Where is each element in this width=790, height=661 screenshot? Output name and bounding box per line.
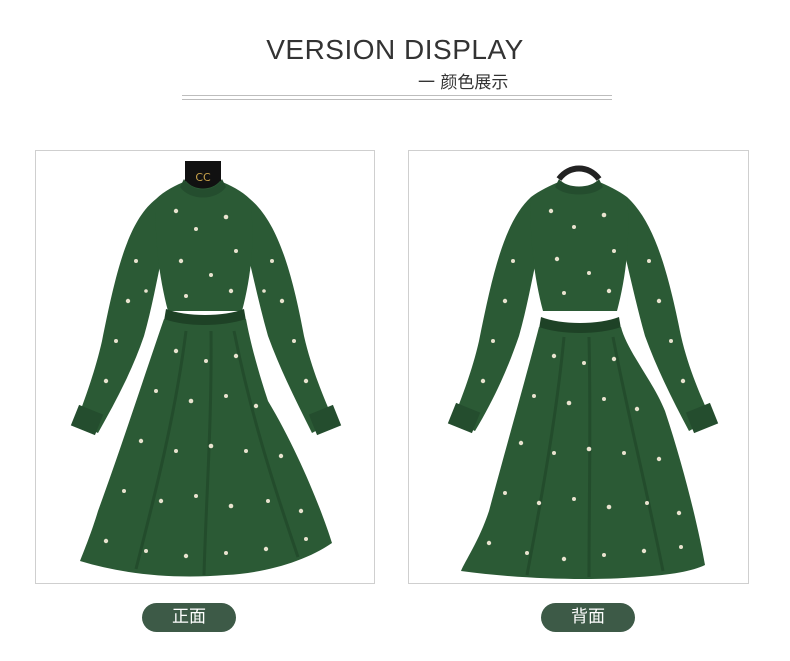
back-dress-illustration	[447, 165, 719, 579]
front-view-label: 正面	[142, 603, 236, 632]
hanger	[556, 165, 602, 181]
section-title: VERSION DISPLAY	[266, 34, 524, 65]
front-view-photo: CC	[35, 150, 375, 584]
back-view-label: 背面	[541, 603, 635, 632]
back-view-photo	[408, 150, 749, 584]
front-dress-illustration: CC	[70, 161, 342, 577]
section-subtitle: 一 颜色展示	[418, 73, 509, 93]
title-divider	[182, 95, 612, 100]
brand-logo: CC	[195, 171, 211, 184]
